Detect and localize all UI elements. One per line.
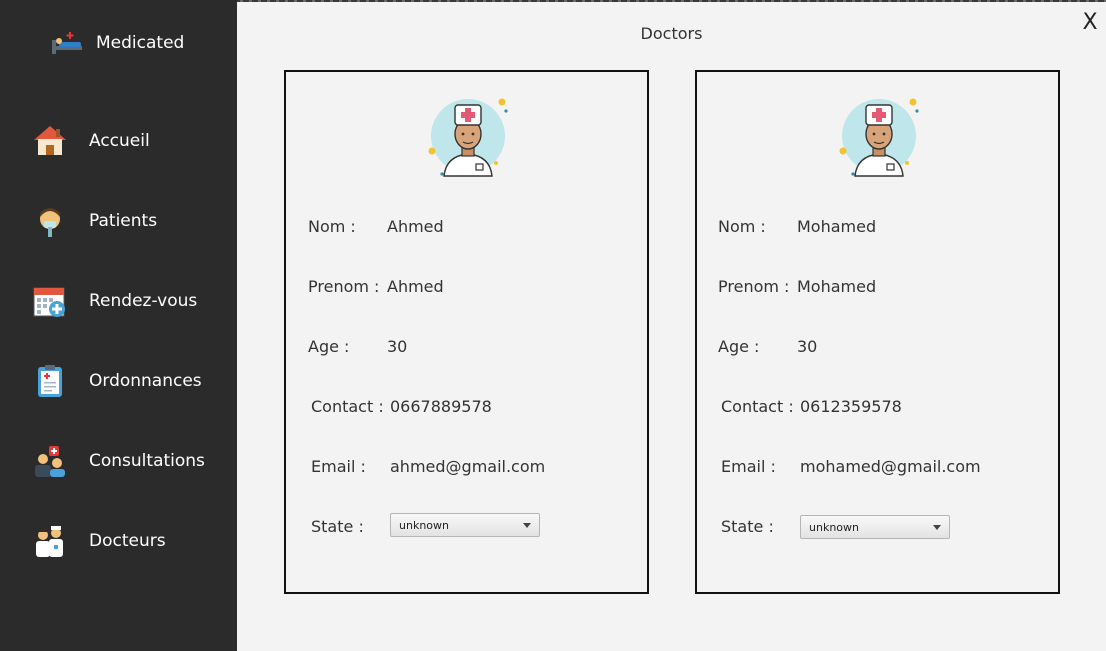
prenom-label: Prenom : <box>718 277 790 296</box>
calendar-icon <box>33 287 65 317</box>
doctor-card: Nom : Mohamed Prenom : Mohamed Age : 30 … <box>695 70 1060 594</box>
chevron-down-icon <box>523 523 531 528</box>
sidebar-item-ordonnances[interactable]: Ordonnances <box>32 361 202 401</box>
sidebar-item-consultations[interactable]: Consultations <box>32 441 205 481</box>
page-title: Doctors <box>640 24 703 43</box>
sidebar-item-rendez-vous[interactable]: Rendez-vous <box>32 281 197 321</box>
chevron-down-icon <box>933 525 941 530</box>
main-content: Doctors X Nom : Ahmed Prenom : Ahmed Age… <box>237 0 1106 651</box>
state-select-value: unknown <box>809 521 859 534</box>
nom-value: Mohamed <box>797 217 877 236</box>
contact-value: 0667889578 <box>390 397 492 416</box>
close-button[interactable]: X <box>1077 10 1103 38</box>
email-label: Email : <box>721 457 776 476</box>
hospital-bed-icon <box>52 32 82 54</box>
contact-value: 0612359578 <box>800 397 902 416</box>
house-icon <box>34 126 66 155</box>
prenom-value: Ahmed <box>387 277 444 296</box>
age-value: 30 <box>797 337 818 356</box>
sidebar-item-label: Consultations <box>89 451 205 471</box>
state-label: State : <box>721 517 774 536</box>
doctor-avatar-icon <box>428 98 508 177</box>
sidebar-item-patients[interactable]: Patients <box>32 201 157 241</box>
nom-label: Nom : <box>308 217 356 236</box>
contact-label: Contact : <box>721 397 794 416</box>
age-label: Age : <box>308 337 350 356</box>
age-value: 30 <box>387 337 408 356</box>
app-name: Medicated <box>96 33 185 53</box>
state-select[interactable]: unknown <box>800 515 950 539</box>
state-select-value: unknown <box>399 519 449 532</box>
sidebar: Medicated Accueil Patients Rendez-vous O… <box>0 0 237 651</box>
nom-value: Ahmed <box>387 217 444 236</box>
sidebar-item-label: Patients <box>89 211 158 231</box>
clipboard-icon <box>38 365 62 397</box>
doctors-icon <box>36 526 63 557</box>
prenom-value: Mohamed <box>797 277 877 296</box>
age-label: Age : <box>718 337 760 356</box>
sidebar-item-accueil[interactable]: Accueil <box>32 121 150 161</box>
email-label: Email : <box>311 457 366 476</box>
brand: Medicated <box>50 28 184 58</box>
state-label: State : <box>311 517 364 536</box>
sidebar-item-label: Docteurs <box>89 531 166 551</box>
email-value: ahmed@gmail.com <box>390 457 546 476</box>
contact-label: Contact : <box>311 397 384 416</box>
sidebar-item-label: Accueil <box>89 131 150 151</box>
doctor-card: Nom : Ahmed Prenom : Ahmed Age : 30 Cont… <box>284 70 649 594</box>
state-select[interactable]: unknown <box>390 513 540 537</box>
sidebar-item-docteurs[interactable]: Docteurs <box>32 521 166 561</box>
consultation-icon <box>35 446 65 477</box>
email-value: mohamed@gmail.com <box>800 457 981 476</box>
sidebar-item-label: Ordonnances <box>89 371 202 391</box>
doctor-avatar-icon <box>839 98 919 177</box>
sidebar-item-label: Rendez-vous <box>89 291 198 311</box>
prenom-label: Prenom : <box>308 277 380 296</box>
nom-label: Nom : <box>718 217 766 236</box>
patient-icon <box>40 208 60 237</box>
